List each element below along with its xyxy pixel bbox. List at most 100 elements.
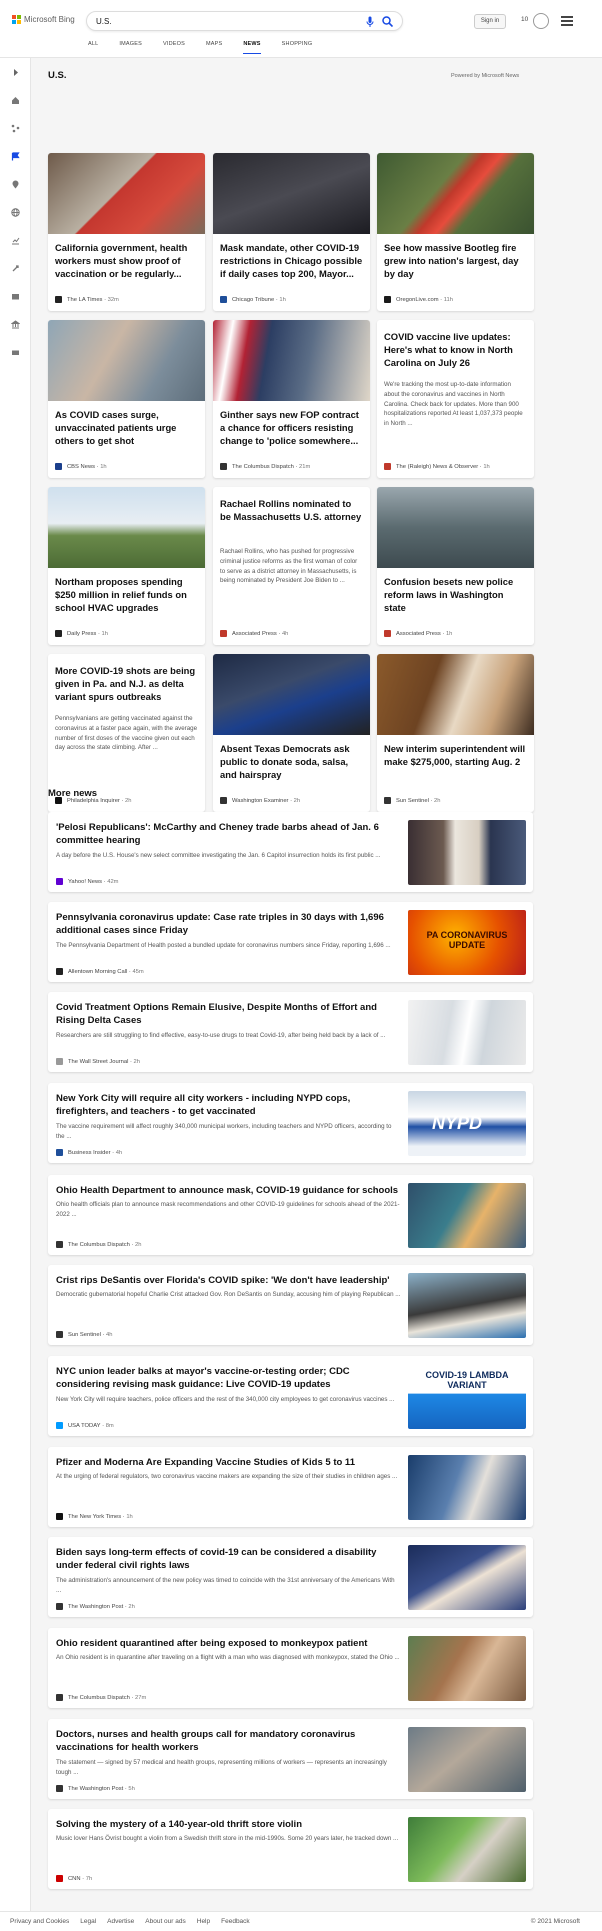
- tab-maps[interactable]: MAPS: [206, 41, 222, 54]
- news-thumbnail[interactable]: [408, 1000, 526, 1065]
- microphone-icon[interactable]: [366, 16, 374, 28]
- more-news-item[interactable]: Doctors, nurses and health groups call f…: [48, 1719, 533, 1799]
- more-news-item[interactable]: Pfizer and Moderna Are Expanding Vaccine…: [48, 1447, 533, 1527]
- card-source[interactable]: Daily Press · 1h: [55, 630, 108, 637]
- headline[interactable]: Pennsylvania coronavirus update: Case ra…: [56, 911, 401, 938]
- tab-videos[interactable]: VIDEOS: [163, 41, 185, 54]
- more-news-item[interactable]: Pennsylvania coronavirus update: Case ra…: [48, 902, 533, 982]
- headline[interactable]: Biden says long-term effects of covid-19…: [56, 1546, 401, 1573]
- card-source[interactable]: OregonLive.com · 11h: [384, 296, 453, 303]
- news-thumbnail[interactable]: [408, 1545, 526, 1610]
- item-source[interactable]: Yahoo! News · 42m: [56, 878, 119, 885]
- news-thumbnail[interactable]: [408, 1455, 526, 1520]
- footer-link-feedback[interactable]: Feedback: [221, 1918, 250, 1925]
- headline[interactable]: Ohio Health Department to announce mask,…: [56, 1184, 401, 1197]
- more-news-item[interactable]: Biden says long-term effects of covid-19…: [48, 1537, 533, 1617]
- news-card[interactable]: Mask mandate, other COVID-19 restriction…: [213, 153, 370, 311]
- more-news-item[interactable]: Crist rips DeSantis over Florida's COVID…: [48, 1265, 533, 1345]
- card-title[interactable]: Mask mandate, other COVID-19 restriction…: [220, 241, 363, 281]
- item-source[interactable]: The Washington Post · 2h: [56, 1603, 135, 1610]
- more-news-item[interactable]: Ohio Health Department to announce mask,…: [48, 1175, 533, 1255]
- card-title[interactable]: More COVID-19 shots are being given in P…: [55, 664, 198, 704]
- card-title[interactable]: Northam proposes spending $250 million i…: [55, 575, 198, 615]
- search-icon[interactable]: [382, 16, 393, 27]
- science-icon[interactable]: [11, 264, 20, 273]
- card-source[interactable]: Sun Sentinel · 2h: [384, 797, 440, 804]
- headline[interactable]: 'Pelosi Republicans': McCarthy and Chene…: [56, 821, 401, 848]
- card-title[interactable]: Confusion besets new police reform laws …: [384, 575, 527, 615]
- item-source[interactable]: Business Insider · 4h: [56, 1149, 122, 1156]
- news-card[interactable]: COVID vaccine live updates: Here's what …: [377, 320, 534, 478]
- tab-all[interactable]: ALL: [88, 41, 98, 54]
- news-thumbnail[interactable]: [408, 1636, 526, 1701]
- headline[interactable]: NYC union leader balks at mayor's vaccin…: [56, 1365, 401, 1392]
- item-source[interactable]: USA TODAY · 8m: [56, 1422, 114, 1429]
- more-news-item[interactable]: Covid Treatment Options Remain Elusive, …: [48, 992, 533, 1072]
- expand-chevron-icon[interactable]: [11, 68, 20, 77]
- discover-icon[interactable]: [11, 124, 20, 133]
- menu-icon[interactable]: [561, 16, 573, 26]
- news-card[interactable]: Confusion besets new police reform laws …: [377, 487, 534, 645]
- more-news-item[interactable]: NYC union leader balks at mayor's vaccin…: [48, 1356, 533, 1436]
- news-thumbnail[interactable]: COVID-19 LAMBDA VARIANT: [408, 1364, 526, 1429]
- headline[interactable]: Solving the mystery of a 140-year-old th…: [56, 1818, 401, 1831]
- search-box[interactable]: U.S.: [86, 11, 403, 31]
- news-thumbnail[interactable]: [408, 1183, 526, 1248]
- footer-link-help[interactable]: Help: [197, 1918, 210, 1925]
- news-card[interactable]: Northam proposes spending $250 million i…: [48, 487, 205, 645]
- item-source[interactable]: Allentown Morning Call · 45m: [56, 968, 144, 975]
- news-card[interactable]: As COVID cases surge, unvaccinated patie…: [48, 320, 205, 478]
- card-source[interactable]: Associated Press · 1h: [384, 630, 452, 637]
- news-card[interactable]: Rachael Rollins nominated to be Massachu…: [213, 487, 370, 645]
- powered-by-label[interactable]: Powered by Microsoft News: [451, 73, 519, 79]
- item-source[interactable]: CNN · 7h: [56, 1875, 92, 1882]
- footer-link-legal[interactable]: Legal: [80, 1918, 96, 1925]
- card-title[interactable]: California government, health workers mu…: [55, 241, 198, 281]
- headline[interactable]: Covid Treatment Options Remain Elusive, …: [56, 1001, 401, 1028]
- card-title[interactable]: As COVID cases surge, unvaccinated patie…: [55, 408, 198, 448]
- rewards-trophy-icon[interactable]: [533, 13, 549, 29]
- card-source[interactable]: The LA Times · 32m: [55, 296, 119, 303]
- item-source[interactable]: The New York Times · 1h: [56, 1513, 133, 1520]
- news-thumbnail[interactable]: [408, 1273, 526, 1338]
- news-thumbnail[interactable]: [408, 1817, 526, 1882]
- tab-images[interactable]: IMAGES: [119, 41, 142, 54]
- entertainment-icon[interactable]: [11, 292, 20, 301]
- flag-icon[interactable]: [11, 152, 20, 161]
- headline[interactable]: Crist rips DeSantis over Florida's COVID…: [56, 1274, 401, 1287]
- card-title[interactable]: Rachael Rollins nominated to be Massachu…: [220, 497, 363, 523]
- more-news-item[interactable]: Solving the mystery of a 140-year-old th…: [48, 1809, 533, 1889]
- bing-logo[interactable]: Microsoft Bing: [12, 15, 75, 24]
- news-thumbnail[interactable]: NYPD: [408, 1091, 526, 1156]
- item-source[interactable]: The Columbus Dispatch · 27m: [56, 1694, 146, 1701]
- card-title[interactable]: See how massive Bootleg fire grew into n…: [384, 241, 527, 281]
- more-news-item[interactable]: New York City will require all city work…: [48, 1083, 533, 1163]
- item-source[interactable]: The Wall Street Journal · 2h: [56, 1058, 140, 1065]
- card-source[interactable]: The (Raleigh) News & Observer · 1h: [384, 463, 490, 470]
- card-title[interactable]: COVID vaccine live updates: Here's what …: [384, 330, 527, 370]
- item-source[interactable]: Sun Sentinel · 4h: [56, 1331, 112, 1338]
- item-source[interactable]: The Washington Post · 5h: [56, 1785, 135, 1792]
- news-card[interactable]: New interim superintendent will make $27…: [377, 654, 534, 812]
- news-card[interactable]: See how massive Bootleg fire grew into n…: [377, 153, 534, 311]
- card-source[interactable]: CBS News · 1h: [55, 463, 107, 470]
- news-card[interactable]: Ginther says new FOP contract a chance f…: [213, 320, 370, 478]
- chart-icon[interactable]: [11, 236, 20, 245]
- more-news-item[interactable]: 'Pelosi Republicans': McCarthy and Chene…: [48, 812, 533, 892]
- footer-link-privacy-and-cookies[interactable]: Privacy and Cookies: [10, 1918, 69, 1925]
- card-title[interactable]: Ginther says new FOP contract a chance f…: [220, 408, 363, 448]
- footer-link-about-our-ads[interactable]: About our ads: [145, 1918, 185, 1925]
- news-card[interactable]: California government, health workers mu…: [48, 153, 205, 311]
- more-news-item[interactable]: Ohio resident quarantined after being ex…: [48, 1628, 533, 1708]
- card-title[interactable]: New interim superintendent will make $27…: [384, 742, 527, 768]
- news-thumbnail[interactable]: PA CORONAVIRUS UPDATE: [408, 910, 526, 975]
- headline[interactable]: Ohio resident quarantined after being ex…: [56, 1637, 401, 1650]
- footer-link-advertise[interactable]: Advertise: [107, 1918, 134, 1925]
- card-source[interactable]: The Columbus Dispatch · 21m: [220, 463, 310, 470]
- news-thumbnail[interactable]: [408, 820, 526, 885]
- headline[interactable]: New York City will require all city work…: [56, 1092, 401, 1119]
- sign-in-button[interactable]: Sign in: [474, 14, 506, 29]
- headline[interactable]: Doctors, nurses and health groups call f…: [56, 1728, 401, 1755]
- globe-icon[interactable]: [11, 208, 20, 217]
- politics-icon[interactable]: [11, 320, 20, 329]
